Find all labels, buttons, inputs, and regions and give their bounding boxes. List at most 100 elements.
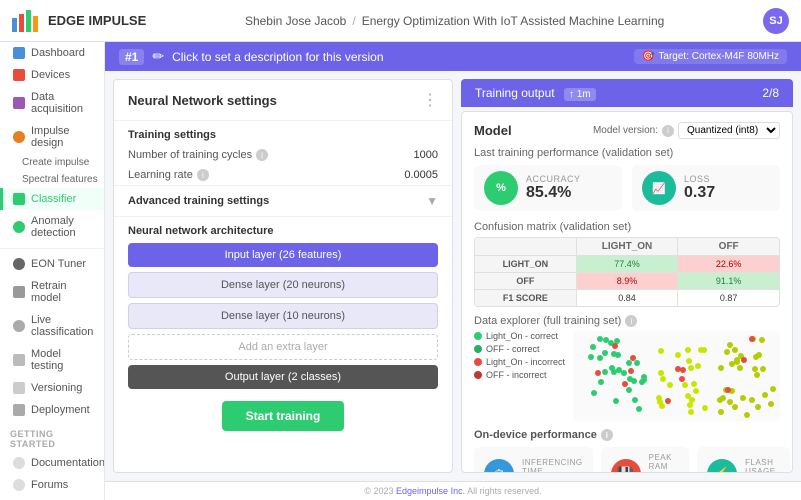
panel-menu-button[interactable]: ⋮ [422,90,438,110]
explorer-info[interactable]: i [625,315,637,327]
sidebar-sub-create-impulse[interactable]: Create impulse [0,154,104,171]
scatter-dot [740,395,746,401]
content-area: #1 ✏ Click to set a description for this… [105,42,801,500]
device-metrics: ⏱ INFERENCING TIME 1 ms. 💾 PEAK RAM USAG… [474,447,780,473]
confusion-label: Confusion matrix (validation set) [474,221,780,233]
testing-icon [13,354,25,366]
layer-dense-2[interactable]: Dense layer (10 neurons) [128,303,438,329]
sidebar-item-forums[interactable]: Forums [0,474,104,496]
scatter-dot [626,360,632,366]
sidebar-item-classifier[interactable]: Classifier [0,188,104,210]
scatter-dot [702,405,708,411]
left-panel: Neural Network settings ⋮ Training setti… [113,79,453,473]
user-name: Shebin Jose Jacob [245,14,346,28]
scatter-dot [718,365,724,371]
info-icon-cycles[interactable]: i [256,149,268,161]
start-training-button[interactable]: Start training [222,401,345,431]
target-icon: 🎯 [642,51,654,62]
model-version-select[interactable]: Quantized (int8) Float32 [678,122,780,139]
inferencing-info: INFERENCING TIME 1 ms. [522,458,583,474]
accuracy-icon: % [484,171,518,205]
model-version-label: Model version: [593,125,658,136]
scatter-dot [729,361,735,367]
legend-3: OFF - incorrect [474,370,565,380]
scatter-dot [749,397,755,403]
sidebar-item-eon[interactable]: EON Tuner [0,253,104,275]
scatter-dot [630,355,636,361]
sidebar-item-retrain[interactable]: Retrain model [0,275,104,309]
inferencing-label: INFERENCING TIME [522,458,583,474]
layer-output[interactable]: Output layer (2 classes) [128,365,438,389]
sidebar-item-devices[interactable]: Devices [0,64,104,86]
sidebar-item-dashboard[interactable]: Dashboard [0,42,104,64]
sidebar-label-deployment: Deployment [31,404,90,416]
live-icon [13,320,25,332]
sidebar-item-versioning[interactable]: Versioning [0,377,104,399]
sidebar-item-deployment[interactable]: Deployment [0,399,104,421]
version-bar[interactable]: #1 ✏ Click to set a description for this… [105,42,801,71]
metrics-row: % ACCURACY 85.4% 📈 LOSS 0.37 [474,165,780,211]
sidebar-label-anomaly: Anomaly detection [31,215,94,239]
inferencing-icon: ⏱ [484,459,514,473]
retrain-icon [13,286,25,298]
scatter-dot [590,344,596,350]
scatter-dot [756,352,762,358]
sidebar-label-devices: Devices [31,69,70,81]
scatter-dot [597,336,603,342]
bottom-bar: © 2023 Edgeimpulse Inc. All rights reser… [105,481,801,500]
model-version-info[interactable]: i [662,125,674,137]
layer-input[interactable]: Input layer (26 features) [128,243,438,267]
explorer-area: Light_On - correct OFF - correct Light_O… [474,331,780,421]
scatter-dot [693,388,699,394]
accuracy-value: 85.4% [526,184,581,202]
sidebar-item-anomaly[interactable]: Anomaly detection [0,210,104,244]
accuracy-label: ACCURACY [526,174,581,184]
scatter-dot [688,409,694,415]
scatter-dot [595,370,601,376]
footer-link[interactable]: Edgeimpulse Inc. [396,486,465,496]
info-icon-lr[interactable]: i [197,169,209,181]
learning-rate-value: 0.0005 [404,169,438,181]
training-badge: ↑ 1m [564,88,596,101]
sidebar-item-impulse-design[interactable]: Impulse design [0,120,104,154]
scatter-dot [602,369,608,375]
legend-label-0: Light_On - correct [486,331,558,341]
cm-row-2: F1 SCORE 0.84 0.87 [475,289,779,306]
loss-value: 0.37 [684,184,715,202]
on-device-info[interactable]: i [601,429,613,441]
cm-cell-20: 0.84 [577,290,679,306]
legend-label-1: OFF - correct [486,344,540,354]
sidebar-item-live[interactable]: Live classification [0,309,104,343]
sidebar-item-docs[interactable]: Documentation [0,452,104,474]
scatter-dot [588,354,594,360]
scatter-dot [658,348,664,354]
scatter-dot [687,402,693,408]
scatter-dot [734,359,740,365]
scatter-dot [760,366,766,372]
scatter-dot [626,387,632,393]
legend-dot-2 [474,358,482,366]
training-section-label: Training settings [114,121,452,145]
scatter-dot [691,381,697,387]
sidebar-sub-spectral[interactable]: Spectral features [0,171,104,188]
sidebar-item-data-acquisition[interactable]: Data acquisition [0,86,104,120]
scatter-dot [749,336,755,342]
layer-add[interactable]: Add an extra layer [128,334,438,360]
cm-cell-11: 91.1% [678,273,779,289]
right-panel: Training output ↑ 1m 2/8 Model Model ver… [461,79,793,473]
cm-h1: LIGHT_ON [577,238,679,255]
loss-icon: 📈 [642,171,676,205]
confusion-matrix: LIGHT_ON OFF LIGHT_ON 77.4% 22.6% OFF 8.… [474,237,780,307]
cm-row-1: OFF 8.9% 91.1% [475,272,779,289]
on-device-label: On-device performance i [474,429,780,441]
advanced-settings-row[interactable]: Advanced training settings ▼ [114,185,452,217]
sidebar-item-model-testing[interactable]: Model testing [0,343,104,377]
loss-label: LOSS [684,174,715,184]
main-layout: Dashboard Devices Data acquisition Impul… [0,42,801,500]
impulse-icon [13,131,25,143]
app-name: EDGE IMPULSE [48,13,146,28]
page-info: 2/8 [762,86,779,100]
layer-dense-1[interactable]: Dense layer (20 neurons) [128,272,438,298]
anomaly-icon [13,221,25,233]
logo-icon [12,10,40,32]
